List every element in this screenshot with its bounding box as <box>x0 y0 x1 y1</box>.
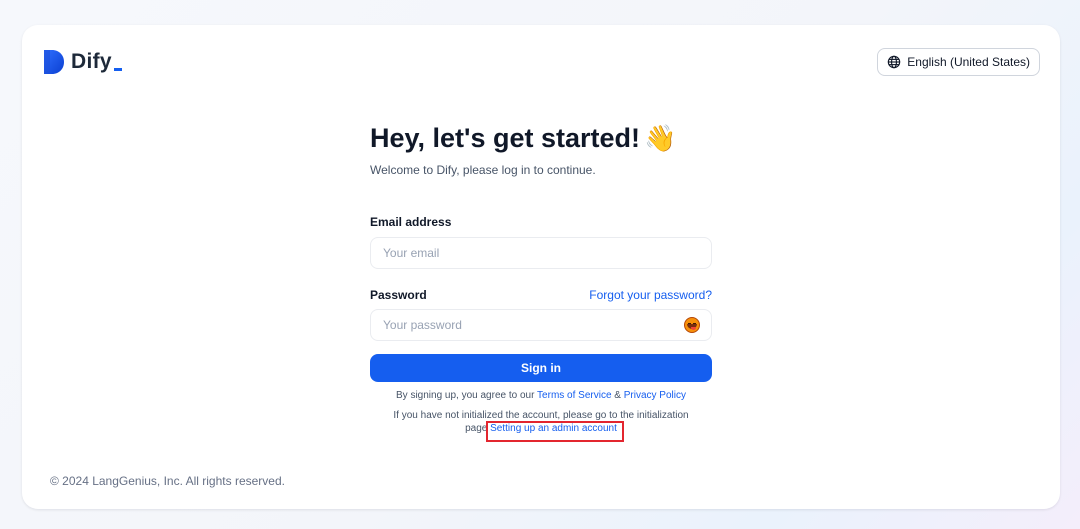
emoji-toggle-icon[interactable] <box>684 317 700 333</box>
dify-logo[interactable]: Dify <box>44 50 122 74</box>
terms-notice: By signing up, you agree to our Terms of… <box>370 390 712 401</box>
waving-hand-icon: 👋 <box>644 122 677 153</box>
init-notice: If you have not initialized the account,… <box>370 409 712 435</box>
email-label: Email address <box>370 215 452 229</box>
terms-of-service-link[interactable]: Terms of Service <box>537 390 611 401</box>
language-selector[interactable]: English (United States) <box>877 48 1040 76</box>
terms-joiner: & <box>614 390 621 401</box>
privacy-policy-link[interactable]: Privacy Policy <box>624 390 686 401</box>
email-input[interactable] <box>370 237 712 269</box>
globe-icon <box>888 55 901 69</box>
copyright-footer: © 2024 LangGenius, Inc. All rights reser… <box>50 474 285 488</box>
brand-cursor <box>113 67 122 71</box>
page-title: Hey, let's get started! 👋 <box>370 121 712 155</box>
sign-in-button[interactable]: Sign in <box>370 354 712 382</box>
page-subtitle: Welcome to Dify, please log in to contin… <box>370 163 596 177</box>
brand-name: Dify <box>71 50 112 73</box>
language-label: English (United States) <box>907 55 1030 69</box>
login-form: Hey, let's get started! 👋 Welcome to Dif… <box>370 121 712 435</box>
password-label: Password <box>370 288 427 302</box>
setup-admin-account-link[interactable]: Setting up an admin account <box>490 423 617 434</box>
terms-prefix: By signing up, you agree to our <box>396 390 535 401</box>
page-title-text: Hey, let's get started! <box>370 122 640 153</box>
forgot-password-link[interactable]: Forgot your password? <box>589 288 712 302</box>
dify-logo-icon <box>44 50 64 74</box>
password-input[interactable] <box>370 309 712 341</box>
